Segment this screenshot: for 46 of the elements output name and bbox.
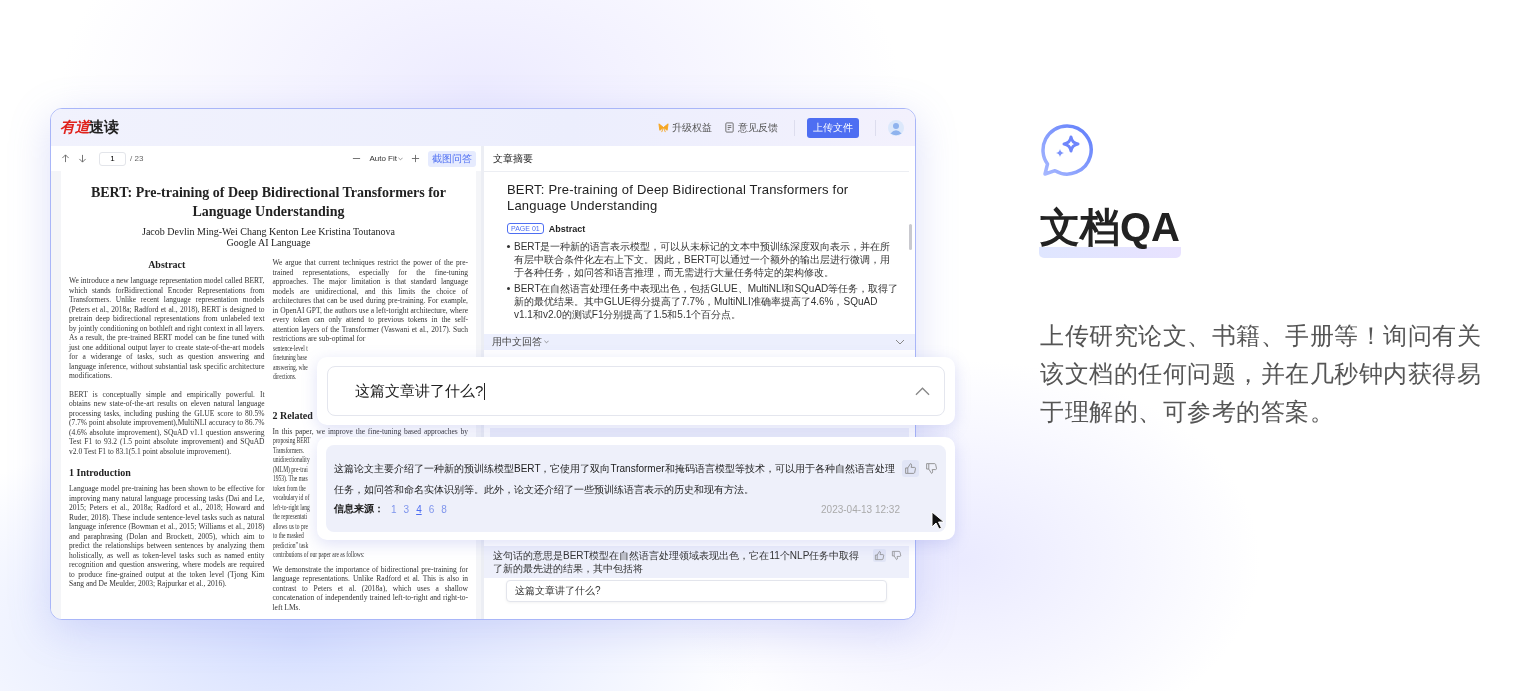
paper-affiliation: Google AI Language	[225, 237, 312, 248]
section-heading: 2 Related	[272, 409, 313, 421]
chat-sparkle-icon	[1040, 123, 1094, 177]
page-count: / 23	[130, 154, 144, 163]
bow-icon	[658, 122, 669, 133]
arrow-down-icon[interactable]	[78, 154, 87, 163]
thumbs-down-icon[interactable]	[923, 460, 940, 477]
source-link[interactable]: 4	[416, 503, 422, 515]
mouse-pointer-icon	[931, 511, 945, 530]
summary-bullet: BERT在自然语言处理任务中表现出色，包括GLUE、MultiNLI和SQuAD等任务，取得了新的最优结果。其中GLUE得分提高了7.7%，MultiNLI准确率提高了4.6%，SQuAD v1.1和v2.0的测试F1分别提高了1.5和5.1个百分点。	[507, 282, 899, 321]
thumbs-down-icon[interactable]	[890, 549, 903, 562]
feedback-link[interactable]: 意见反馈	[724, 120, 778, 135]
section-heading: 1 Introduction	[69, 466, 132, 480]
language-dropdown[interactable]: 用中文回答	[492, 335, 549, 349]
document-icon	[724, 122, 735, 133]
thumbs-up-icon[interactable]	[902, 460, 919, 477]
arrow-up-icon[interactable]	[61, 154, 70, 163]
feature-description: 上传研究论文、书籍、手册等！询问有关该文档的任何问题，并在几秒钟内获得易于理解的、可参考的答案。	[1040, 321, 1482, 427]
paper-title: BERT: Pre-training of Deep Bidirectional Transformers for Language Understanding	[89, 184, 448, 221]
upload-button[interactable]: 上传文件	[807, 117, 859, 138]
summary-bullet: BERT是一种新的语言表示模型，可以从未标记的文本中预训练深度双向表示，并在所有层中联合条件化左右上下文。因此，BERT可以通过一个额外的输出层进行微调，用于各种任务，如问答和语言推理，而无需进行大量任务特定的架构修改。	[507, 240, 899, 279]
section-title: Abstract	[548, 223, 586, 234]
page-number-field[interactable]: 1	[99, 151, 126, 166]
caret-icon	[544, 340, 549, 344]
thumbs-up-icon[interactable]	[873, 549, 886, 562]
question-field[interactable]: 这篇文章讲了什么?	[327, 366, 945, 416]
screenshot-qa-button[interactable]: 截图问答	[428, 150, 476, 167]
answer-text: 这篇论文主要介绍了一种新的预训练模型BERT，它使用了双向Transformer和掩码语言模型等技术，可以用于各种自然语言处理任务，如问答和命名实体识别等。此外，论文还介绍了一些预训练语言表示的历史和现有方法。	[334, 462, 896, 497]
chevron-down-icon[interactable]	[895, 339, 905, 345]
avatar-icon[interactable]	[888, 119, 904, 136]
question-text: 这篇文章讲了什么?	[355, 381, 484, 401]
plus-icon[interactable]	[411, 154, 420, 163]
feature-title: 文档QA	[1040, 207, 1180, 247]
sources-label: 信息来源：	[334, 502, 384, 516]
section-heading: Abstract	[147, 258, 187, 272]
summary-title: BERT: Pre-training of Deep Bidirectional Transformers for Language Understanding	[507, 182, 850, 214]
panel-title: 文章摘要	[493, 151, 533, 166]
upgrade-link[interactable]: 升级权益	[658, 120, 712, 135]
answer-text: 这句话的意思是BERT模型在自然语言处理领域表现出色，它在11个NLP任务中取得了新的最先进的结果，其中包括将	[493, 549, 861, 575]
zoom-dropdown[interactable]: Auto Fit	[369, 154, 403, 163]
app-logo[interactable]: 有道速读	[60, 118, 118, 137]
paper-authors: Jacob Devlin Ming-Wei Chang Kenton Lee Kristina Toutanova	[141, 226, 396, 237]
timestamp: 2023-04-13 12:32	[821, 503, 900, 515]
chevron-up-icon[interactable]	[915, 386, 930, 396]
question-input-field[interactable]: 这篇文章讲了什么?	[506, 580, 887, 602]
caret-icon	[398, 156, 403, 161]
